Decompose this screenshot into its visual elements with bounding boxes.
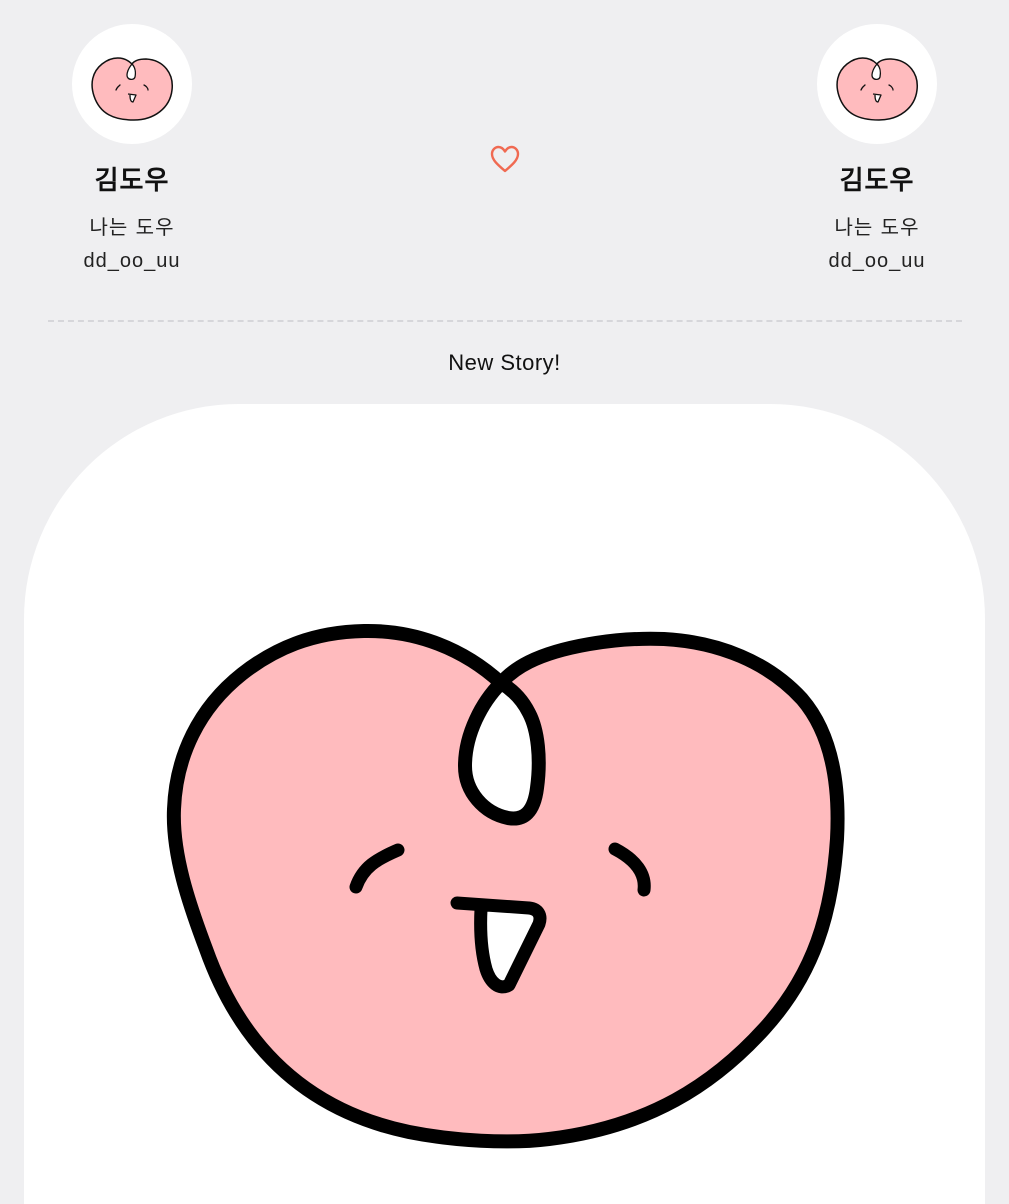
avatar[interactable] bbox=[72, 24, 192, 144]
profile-bio: 나는 도우 bbox=[834, 215, 920, 239]
avatar[interactable] bbox=[817, 24, 937, 144]
profile-right: 김도우 나는 도우 dd_oo_uu bbox=[777, 24, 977, 273]
story-card[interactable] bbox=[24, 404, 985, 1204]
peach-character-illustration bbox=[166, 623, 845, 1149]
story-label: New Story! bbox=[448, 350, 561, 375]
profile-handle: dd_oo_uu bbox=[828, 250, 926, 272]
dashed-divider bbox=[48, 320, 962, 322]
profile-bio: 나는 도우 bbox=[89, 215, 175, 239]
profile-name: 김도우 bbox=[94, 166, 170, 196]
peach-character-icon bbox=[91, 57, 173, 121]
heart-outline-icon[interactable] bbox=[488, 142, 522, 176]
peach-character-icon bbox=[836, 57, 918, 121]
profile-handle: dd_oo_uu bbox=[83, 250, 181, 272]
profile-left: 김도우 나는 도우 dd_oo_uu bbox=[32, 24, 232, 273]
profile-name: 김도우 bbox=[839, 166, 915, 196]
